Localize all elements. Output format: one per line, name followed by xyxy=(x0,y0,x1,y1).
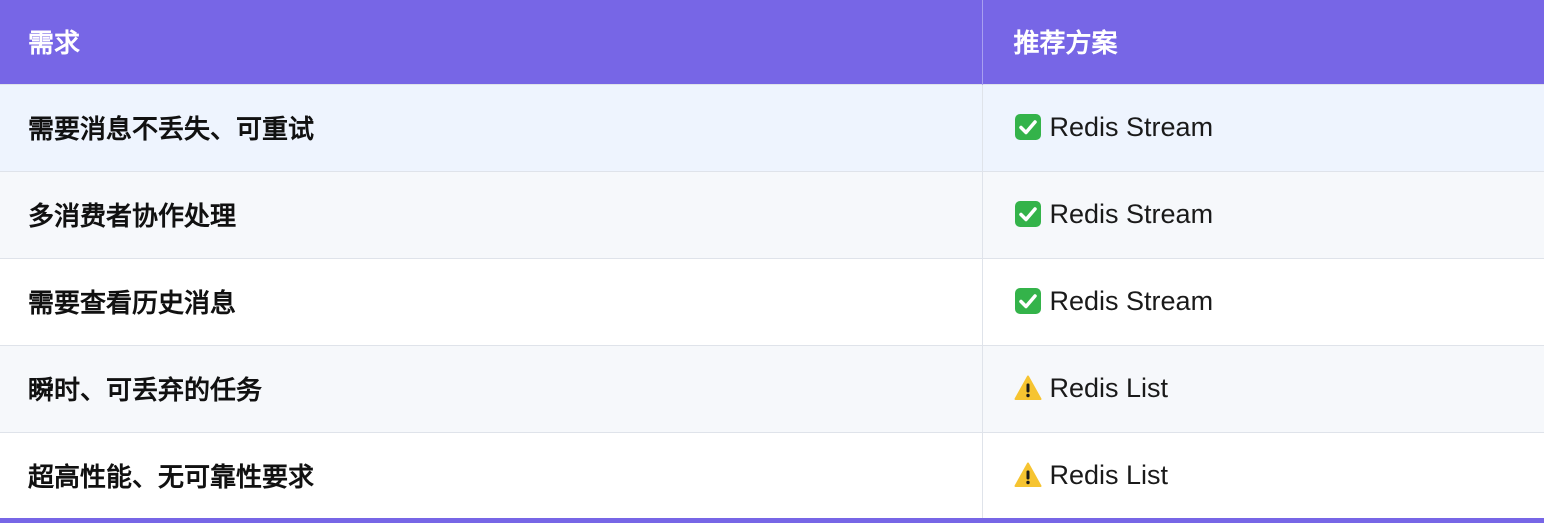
table-header: 需求 推荐方案 xyxy=(0,0,1544,84)
requirement-cell: 需要查看历史消息 xyxy=(28,289,237,319)
comparison-table-container: 需求 推荐方案 需要消息不丢失、可重试 Redis Stream 多消费者协作处… xyxy=(0,0,1544,526)
check-icon xyxy=(1014,200,1042,228)
requirement-cell: 瞬时、可丢弃的任务 xyxy=(28,376,263,406)
solution-label: Redis List xyxy=(1049,460,1169,491)
warning-icon xyxy=(1014,374,1042,402)
table-row: 超高性能、无可靠性要求 Redis List xyxy=(0,432,1544,519)
table-row: 多消费者协作处理 Redis Stream xyxy=(0,171,1544,258)
table-row: 瞬时、可丢弃的任务 Redis List xyxy=(0,345,1544,432)
table-row: 需要查看历史消息 Redis Stream xyxy=(0,258,1544,345)
solution-label: Redis Stream xyxy=(1049,199,1214,229)
requirement-cell: 超高性能、无可靠性要求 xyxy=(28,463,315,494)
table-row: 需要消息不丢失、可重试 Redis Stream xyxy=(0,84,1544,171)
solution-cell: Redis Stream xyxy=(981,171,1544,258)
comparison-table: 需求 推荐方案 需要消息不丢失、可重试 Redis Stream 多消费者协作处… xyxy=(0,0,1544,519)
solution-cell: Redis Stream xyxy=(981,258,1544,345)
solution-label: Redis List xyxy=(1049,373,1169,403)
solution-cell: Redis List xyxy=(981,432,1544,519)
requirement-cell: 需要消息不丢失、可重试 xyxy=(28,115,315,145)
solution-cell: Redis List xyxy=(981,345,1544,432)
table-bottom-border xyxy=(0,518,1544,523)
warning-icon xyxy=(1014,461,1042,489)
solution-label: Redis Stream xyxy=(1049,112,1214,142)
header-requirement: 需求 xyxy=(28,29,81,60)
check-icon xyxy=(1014,113,1042,141)
solution-label: Redis Stream xyxy=(1049,286,1214,316)
table-body: 需要消息不丢失、可重试 Redis Stream 多消费者协作处理 Redis … xyxy=(0,84,1544,519)
requirement-cell: 多消费者协作处理 xyxy=(28,202,237,232)
header-row: 需求 推荐方案 xyxy=(0,0,1544,84)
solution-cell: Redis Stream xyxy=(981,84,1544,171)
check-icon xyxy=(1014,287,1042,315)
header-recommended-solution: 推荐方案 xyxy=(981,0,1544,84)
